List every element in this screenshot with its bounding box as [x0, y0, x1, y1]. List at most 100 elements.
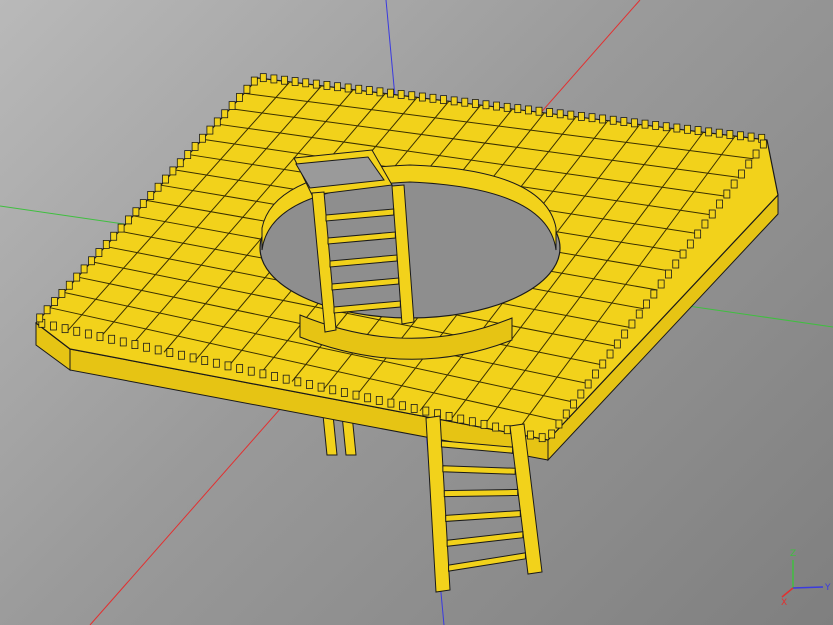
railing-block — [708, 209, 716, 219]
triad-z-label: Z — [790, 549, 796, 559]
railing-block — [492, 422, 500, 432]
ladder-rung — [446, 531, 524, 547]
railing-block — [662, 122, 670, 132]
railing-block — [694, 126, 702, 136]
railing-block — [422, 406, 430, 416]
railing-block — [375, 396, 383, 405]
ladder-rung — [442, 465, 516, 475]
railing-block — [387, 398, 395, 408]
railing-block — [570, 399, 577, 409]
railing-block — [410, 404, 418, 413]
triad-y-label: Y — [824, 583, 831, 593]
railing-block — [143, 342, 150, 352]
orientation-triad[interactable]: Z Y X — [772, 544, 833, 625]
railing-block — [723, 189, 731, 199]
railing-block — [51, 297, 58, 306]
railing-block — [312, 79, 320, 89]
railing-block — [65, 280, 73, 290]
railing-block — [599, 359, 607, 369]
railing-block — [759, 139, 767, 149]
railing-block — [503, 425, 511, 435]
railing-block — [694, 229, 702, 239]
model-scene[interactable] — [0, 0, 833, 625]
railing-block — [429, 93, 437, 103]
railing-block — [621, 329, 629, 339]
railing-block — [36, 313, 44, 323]
railing-block — [80, 264, 88, 274]
railing-block — [599, 114, 607, 124]
railing-block — [450, 96, 458, 106]
railing-block — [365, 86, 373, 95]
railing-block — [306, 380, 313, 389]
railing-block — [679, 249, 687, 259]
railing-block — [686, 239, 694, 249]
railing-block — [147, 191, 155, 200]
railing-block — [672, 259, 680, 269]
triad-y-axis — [792, 586, 824, 589]
railing-block — [58, 289, 66, 298]
railing-block — [705, 127, 713, 137]
railing-block — [131, 340, 139, 350]
railing-block — [665, 269, 672, 279]
railing-block — [352, 390, 360, 400]
railing-block — [752, 149, 760, 159]
railing-block — [154, 182, 162, 192]
railing-block — [334, 82, 341, 92]
railing-block — [555, 419, 563, 429]
railing-block — [527, 430, 534, 440]
railing-block — [259, 369, 267, 379]
railing-block — [132, 207, 140, 217]
railing-block — [270, 74, 278, 84]
railing-block — [387, 88, 394, 98]
railing-block — [461, 97, 469, 107]
railing-block — [259, 73, 267, 83]
railing-block — [556, 109, 564, 119]
railing-block — [578, 111, 585, 121]
railing-block — [201, 356, 209, 365]
railing-block — [117, 223, 125, 233]
ladder-rung — [448, 552, 526, 572]
railing-block — [652, 121, 660, 130]
railing-block — [457, 414, 465, 424]
railing-block — [408, 91, 416, 101]
railing-block — [577, 389, 585, 399]
railing-block — [224, 361, 232, 371]
railing-block — [281, 75, 288, 85]
railing-block — [657, 279, 665, 289]
railing-block — [236, 93, 243, 102]
railing-block — [199, 133, 206, 143]
railing-block — [514, 104, 522, 114]
railing-block — [102, 240, 110, 249]
railing-block — [376, 87, 384, 97]
railing-block — [620, 117, 628, 126]
ladder-rung — [443, 488, 519, 498]
railing-block — [445, 411, 453, 421]
railing-block — [397, 90, 405, 99]
railing-block — [471, 99, 479, 108]
railing-block — [43, 305, 51, 315]
railing-block — [323, 80, 331, 90]
railing-block — [609, 115, 617, 125]
railing-block — [628, 319, 636, 329]
railing-block — [221, 109, 229, 119]
railing-block — [643, 299, 650, 309]
ladder-rung — [445, 510, 521, 522]
railing-block — [613, 339, 621, 349]
railing-block — [567, 110, 575, 120]
triad-x-label: X — [781, 598, 787, 608]
railing-block — [592, 369, 599, 379]
railing-block — [715, 128, 723, 138]
railing-block — [440, 95, 447, 105]
railing-block — [631, 118, 638, 128]
railing-block — [738, 169, 745, 179]
railing-block — [480, 419, 488, 429]
3d-viewport[interactable]: Z Y X — [0, 0, 833, 625]
railing-block — [162, 174, 169, 184]
railing-block — [228, 101, 236, 110]
railing-block — [329, 385, 337, 395]
railing-block — [96, 332, 104, 342]
railing-block — [291, 77, 299, 86]
railing-block — [212, 358, 220, 368]
railing-block — [61, 324, 69, 334]
railing-block — [673, 123, 681, 133]
